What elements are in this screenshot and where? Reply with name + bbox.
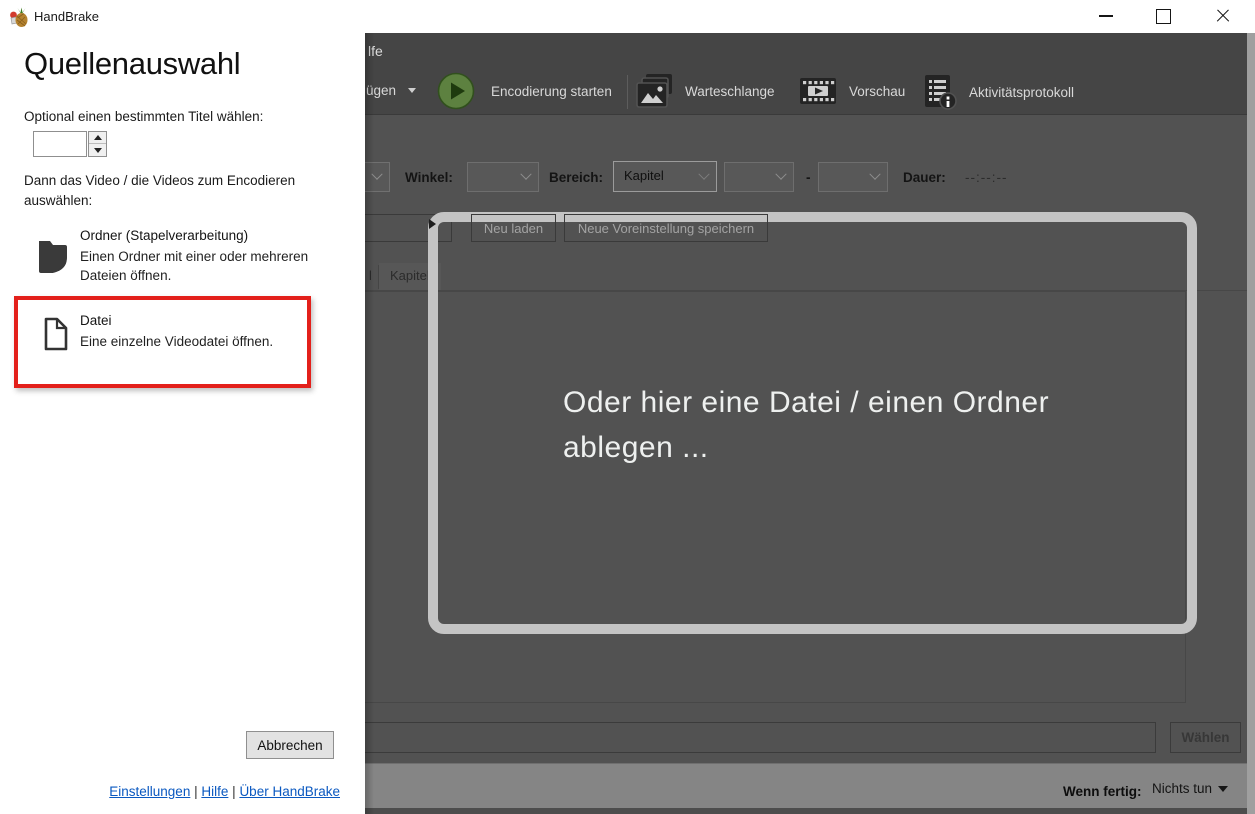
preview-icon [800,78,836,104]
title-option-label: Optional einen bestimmten Titel wählen: [24,109,264,124]
queue-label: Warteschlange [685,84,775,99]
range-separator: - [806,170,811,185]
range-type-combobox[interactable]: Kapitel [613,161,717,192]
drop-zone-text-line1: Oder hier eine Datei / einen Ordner [563,386,1050,419]
file-icon [44,317,68,351]
arrow-right-icon[interactable] [429,219,436,229]
chevron-down-icon [775,168,787,180]
main-window-dimmed: lfe ügen Encodierung starten Warteschlan… [365,33,1247,814]
handbrake-window: { "titlebar": { "app_title": "HandBrake"… [0,0,1255,814]
file-option-title: Datei [80,313,112,328]
instruction-line2: auswählen: [24,193,93,208]
status-bar-base [365,808,1247,814]
titlebar: HandBrake [0,0,1255,33]
folder-option-desc1: Einen Ordner mit einer oder mehreren [80,249,309,264]
activity-log-icon [925,75,957,110]
about-link[interactable]: Über HandBrake [239,784,340,799]
cancel-button[interactable]: Abbrechen [246,731,334,759]
chevron-down-icon [698,168,710,180]
add-source-label: ügen [366,82,397,98]
title-combobox-partial[interactable] [365,162,390,192]
start-encode-button[interactable]: Encodierung starten [437,72,612,110]
window-right-edge [1247,33,1255,814]
minimize-button[interactable] [1083,0,1128,32]
drop-zone-text-line2: ablegen ... [563,431,709,464]
reload-preset-button[interactable]: Neu laden [471,214,556,242]
source-selection-panel: Quellenauswahl Optional einen bestimmten… [0,0,365,814]
activity-log-label: Aktivitätsprotokoll [969,84,1075,100]
link-separator: | [232,784,236,799]
handbrake-logo-icon [10,7,28,27]
footer-links: Einstellungen | Hilfe | Über HandBrake [0,784,340,799]
duration-value: --:--:-- [965,170,1008,185]
help-link[interactable]: Hilfe [201,784,228,799]
maximize-button[interactable] [1141,0,1186,32]
instruction-line1: Dann das Video / die Videos zum Encodier… [24,173,296,188]
arrow-down-icon [93,147,102,153]
when-done-dropdown[interactable]: Nichts tun [1152,781,1229,796]
when-done-value: Nichts tun [1152,781,1213,796]
save-preset-button[interactable]: Neue Voreinstellung speichern [564,214,768,242]
panel-heading: Quellenauswahl [24,46,241,81]
preview-label: Vorschau [849,83,906,99]
close-button[interactable] [1200,0,1245,32]
queue-icon [636,74,672,108]
title-number-spinner [88,131,107,157]
open-folder-option[interactable]: Ordner (Stapelverarbeitung) Einen Ordner… [38,228,338,288]
chevron-down-icon [869,168,881,180]
arrow-up-icon [93,135,102,140]
title-number-input[interactable] [33,131,87,157]
angle-combobox[interactable] [467,162,539,192]
folder-option-title: Ordner (Stapelverarbeitung) [80,228,249,243]
choose-destination-button[interactable]: Wählen [1170,722,1241,753]
spinner-up-button[interactable] [89,132,106,144]
spinner-down-button[interactable] [89,144,106,156]
start-encode-label: Encodierung starten [491,83,612,99]
duration-label: Dauer: [903,170,946,185]
link-separator: | [194,784,198,799]
maximize-icon [1156,8,1171,24]
settings-link[interactable]: Einstellungen [109,784,190,799]
menu-item-hilfe-partial[interactable]: lfe [368,43,383,59]
chevron-down-icon [520,168,532,180]
activity-log-button[interactable]: Aktivitätsprotokoll [922,74,1074,110]
open-file-option[interactable]: Datei Eine einzelne Videodatei öffnen. [38,313,318,355]
play-icon [437,72,475,110]
tab-separator [378,265,379,289]
range-end-combobox[interactable] [818,162,888,192]
queue-button[interactable]: Warteschlange [636,74,775,109]
tab-kapitel-label: Kapitel [390,268,430,283]
chevron-down-icon [371,168,383,180]
when-done-label: Wenn fertig: [1063,784,1142,799]
drop-zone[interactable] [428,212,1197,634]
angle-label: Winkel: [405,170,453,185]
range-type-value: Kapitel [624,168,664,183]
close-icon [1215,8,1231,24]
minimize-icon [1098,15,1113,17]
folder-option-desc2: Dateien öffnen. [80,268,172,283]
preview-button[interactable]: Vorschau [799,74,905,108]
chevron-down-icon [1218,785,1229,792]
destination-path-input[interactable] [365,722,1156,753]
chevron-down-icon [408,87,417,93]
tab-partial[interactable]: l [369,268,372,283]
range-label: Bereich: [549,170,604,185]
folder-icon [39,241,67,273]
window-title: HandBrake [34,9,100,24]
toolbar-separator [627,75,628,109]
range-start-combobox[interactable] [724,162,794,192]
add-source-button[interactable]: ügen [366,78,417,102]
file-option-desc: Eine einzelne Videodatei öffnen. [80,334,274,349]
